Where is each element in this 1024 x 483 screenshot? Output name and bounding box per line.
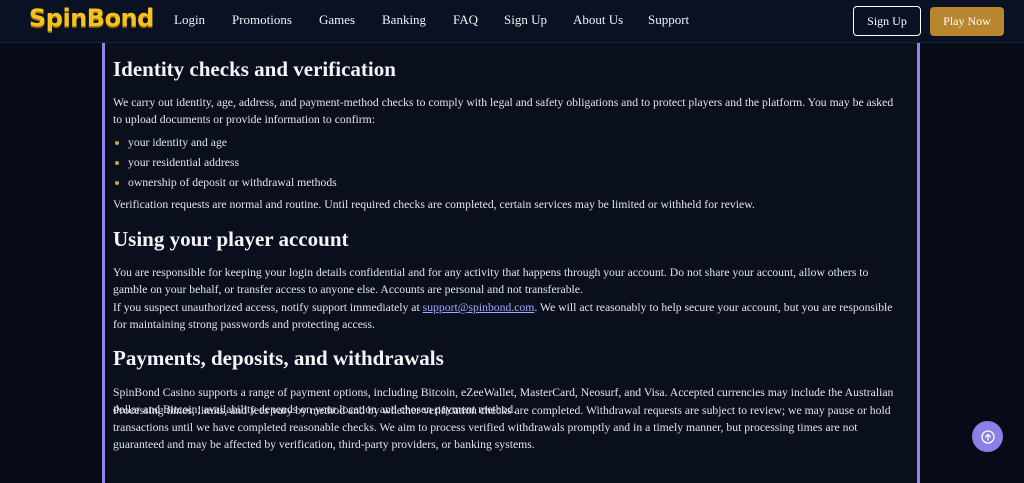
nav-promotions[interactable]: Promotions: [232, 12, 292, 28]
section-title-identity: Identity checks and verification: [113, 57, 396, 81]
identity-outro: Verification requests are normal and rou…: [113, 198, 755, 211]
section-title-account: Using your player account: [113, 227, 349, 251]
list-item: your identity and age: [113, 133, 337, 153]
support-email-link[interactable]: support@spinbond.com: [423, 301, 535, 314]
list-item: ownership of deposit or withdrawal metho…: [113, 173, 337, 193]
nav-support[interactable]: Support: [648, 12, 689, 28]
nav-games[interactable]: Games: [319, 12, 355, 28]
sign-up-button[interactable]: Sign Up: [853, 6, 921, 36]
account-paragraph-1: You are responsible for keeping your log…: [113, 266, 869, 296]
identity-bullet-list: your identity and age your residential a…: [113, 133, 337, 193]
nav-faq[interactable]: FAQ: [453, 12, 478, 28]
site-header: SpinBond Login Promotions Games Banking …: [0, 0, 1024, 43]
nav-about-us[interactable]: About Us: [573, 12, 623, 28]
payments-paragraph-2: Processing times, limits, and fees vary …: [113, 404, 891, 451]
logo[interactable]: SpinBond: [29, 4, 154, 32]
account-paragraph-2: If you suspect unauthorized access, noti…: [113, 301, 893, 331]
play-now-button[interactable]: Play Now: [930, 7, 1004, 36]
section-title-payments: Payments, deposits, and withdrawals: [113, 346, 444, 370]
scroll-top-button[interactable]: [972, 421, 1003, 452]
bullet-dot-icon: [115, 161, 119, 165]
bullet-dot-icon: [115, 181, 119, 185]
nav-sign-up[interactable]: Sign Up: [504, 12, 547, 28]
bullet-dot-icon: [115, 141, 119, 145]
list-item: your residential address: [113, 153, 337, 173]
nav-login[interactable]: Login: [174, 12, 205, 28]
arrow-up-circle-icon: [980, 429, 995, 444]
identity-intro: We carry out identity, age, address, and…: [113, 96, 894, 126]
nav-banking[interactable]: Banking: [382, 12, 426, 28]
